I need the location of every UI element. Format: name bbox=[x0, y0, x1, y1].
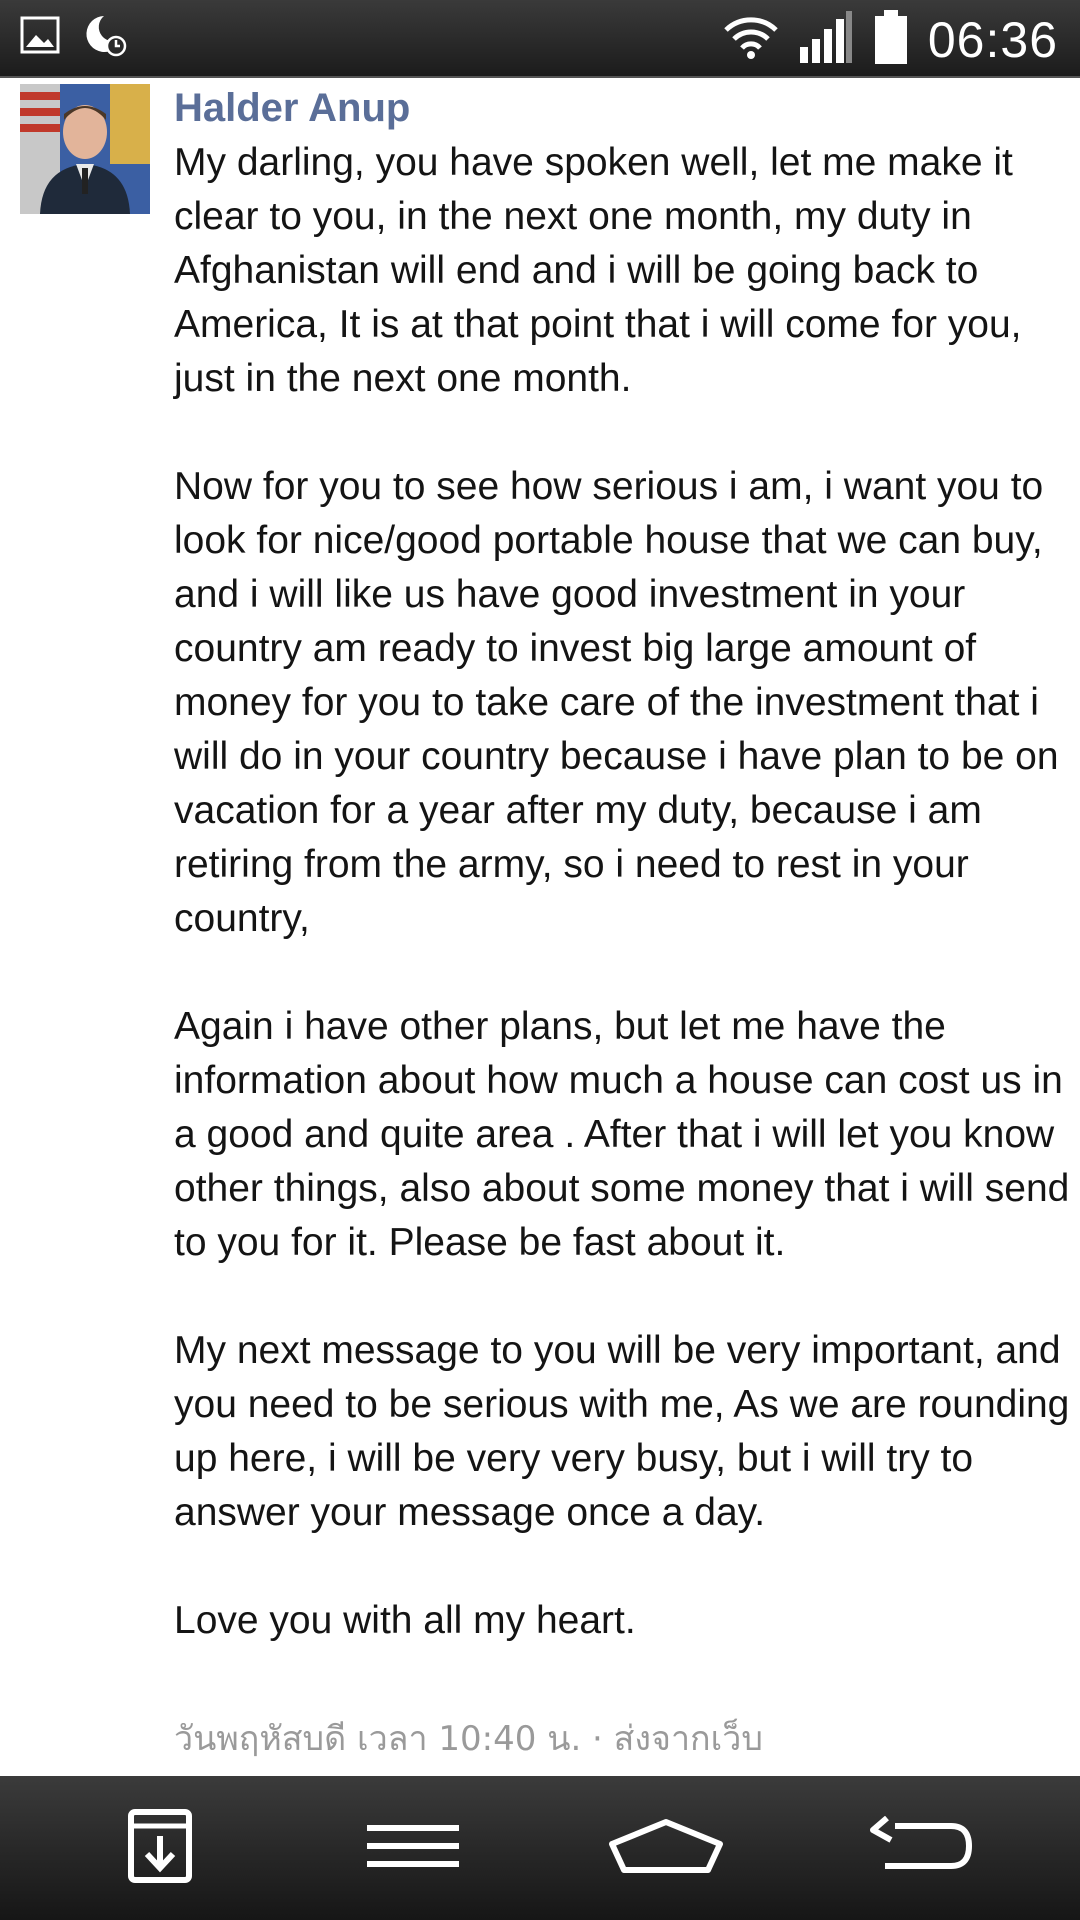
message-timestamp: วันพฤหัสบดี เวลา 10:40 น. · ส่งจากเว็บ bbox=[174, 1719, 763, 1759]
message-paragraph: Love you with all my heart. bbox=[174, 1599, 636, 1642]
clock: 06:36 bbox=[927, 11, 1058, 68]
avatar[interactable] bbox=[20, 84, 150, 214]
gallery-icon bbox=[20, 15, 60, 60]
home-icon bbox=[608, 1818, 724, 1879]
navigation-bar bbox=[0, 1776, 1080, 1920]
message-item: Halder Anup My darling, you have spoken … bbox=[0, 78, 1080, 1774]
message-body: My darling, you have spoken well, let me… bbox=[174, 136, 1074, 1648]
message-paragraph: Again i have other plans, but let me hav… bbox=[174, 1005, 1070, 1264]
download-icon bbox=[127, 1808, 193, 1889]
back-button[interactable] bbox=[820, 1776, 1020, 1920]
home-button[interactable] bbox=[566, 1776, 766, 1920]
sender-name[interactable]: Halder Anup bbox=[174, 86, 410, 131]
menu-icon bbox=[365, 1821, 461, 1876]
signal-icon bbox=[798, 9, 854, 70]
message-paragraph: Now for you to see how serious i am, i w… bbox=[174, 465, 1059, 940]
message-paragraph: My next message to you will be very impo… bbox=[174, 1329, 1070, 1534]
battery-icon bbox=[872, 8, 910, 71]
status-bar: 06:36 bbox=[0, 0, 1080, 78]
night-mode-icon bbox=[82, 12, 128, 63]
back-icon bbox=[865, 1815, 975, 1881]
message-paragraph: My darling, you have spoken well, let me… bbox=[174, 141, 1022, 400]
download-button[interactable] bbox=[60, 1776, 260, 1920]
wifi-icon bbox=[722, 14, 780, 65]
menu-button[interactable] bbox=[313, 1776, 513, 1920]
